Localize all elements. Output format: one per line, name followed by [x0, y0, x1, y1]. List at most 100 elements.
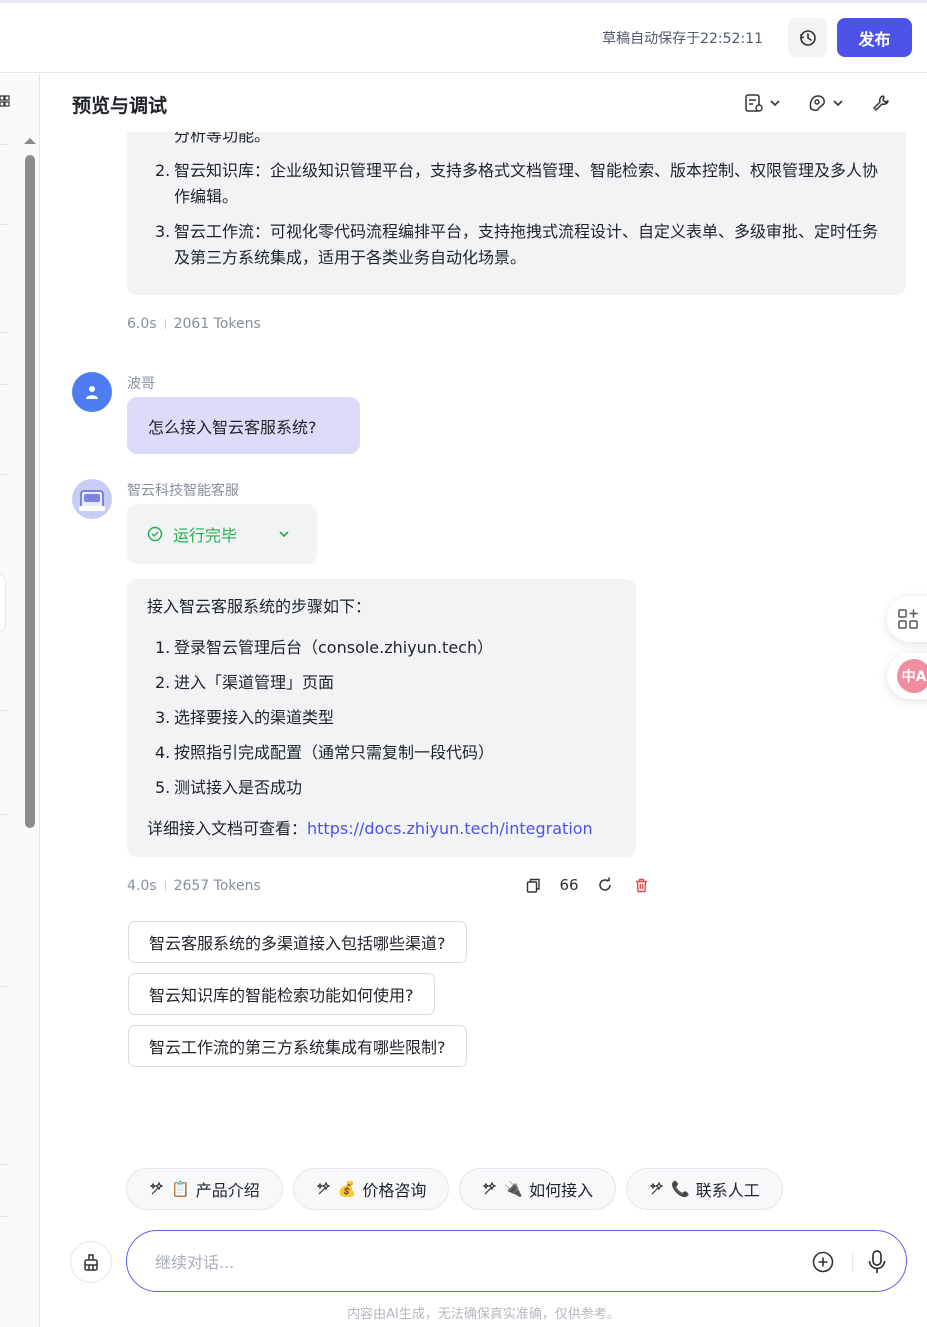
shortcut-price-inquiry[interactable]: 💰 价格咨询: [292, 1168, 450, 1210]
list-item: 4. 按照指引完成配置（通常只需复制一段代码）: [155, 743, 495, 762]
quote-button[interactable]: 66: [559, 876, 579, 894]
publish-button[interactable]: 发布: [837, 18, 912, 57]
quote-icon: 66: [559, 876, 579, 894]
answer-intro: 接入智云客服系统的步骤如下：: [147, 597, 372, 616]
ai-disclaimer: 内容由AI生成，无法确保真实准确，仅供参考。: [347, 1307, 620, 1322]
refresh-icon: [599, 877, 611, 891]
previous-answer-bubble: 分析等功能。 2. 智云知识库：企业级知识管理平台，支持多格式文档管理、智能检索、…: [127, 132, 906, 295]
shortcut-contact-human[interactable]: 📞 联系人工: [626, 1168, 783, 1210]
collapsed-card[interactable]: [0, 574, 6, 632]
list-item: 5. 测试接入是否成功: [155, 778, 303, 797]
trash-icon: [635, 878, 647, 892]
clear-context-button[interactable]: [70, 1241, 112, 1283]
chevron-down-icon: [770, 100, 780, 107]
message-actions: 66: [525, 876, 649, 894]
microphone-icon[interactable]: [865, 1249, 889, 1275]
chat-input-box: [126, 1230, 907, 1292]
list-item: 2. 智云知识库：企业级知识管理平台，支持多格式文档管理、智能检索、版本控制、权限…: [155, 161, 879, 206]
scrollbar-thumb[interactable]: [25, 155, 35, 828]
copy-button[interactable]: [525, 877, 541, 893]
divider: [0, 1164, 8, 1165]
tools-button[interactable]: [871, 90, 891, 116]
run-status-label: 运行完毕: [173, 526, 238, 545]
divider: [0, 384, 8, 385]
check-circle-icon: [147, 526, 163, 542]
sparkle-icon: [149, 1181, 164, 1195]
token-count: 2657 Tokens: [173, 878, 261, 894]
autosave-status: 草稿自动保存于22:52:11: [602, 31, 763, 47]
shortcut-product-intro[interactable]: 📋 产品介绍: [126, 1168, 283, 1210]
chevron-down-icon: [833, 100, 843, 107]
divider: [0, 144, 8, 145]
translate-icon: 中A: [897, 659, 927, 693]
list-item: 2. 进入「渠道管理」页面: [155, 673, 335, 692]
apps-add-icon: [898, 609, 918, 629]
divider: [0, 986, 8, 987]
regenerate-button[interactable]: [597, 877, 613, 893]
doc-reference: 详细接入文档可查看：https://docs.zhiyun.tech/integ…: [147, 816, 627, 842]
doc-prefix: 详细接入文档可查看：: [147, 819, 308, 838]
suggested-question[interactable]: 智云知识库的智能检索功能如何使用?: [128, 973, 435, 1015]
bot-robot-icon: [79, 490, 105, 511]
shortcut-label: 联系人工: [695, 1181, 760, 1200]
shortcut-label: 产品介绍: [195, 1181, 260, 1200]
divider: [0, 224, 8, 225]
message-list[interactable]: 分析等功能。 2. 智云知识库：企业级知识管理平台，支持多格式文档管理、智能检索、…: [41, 132, 927, 1152]
divider: [0, 332, 8, 333]
delete-button[interactable]: [633, 877, 649, 893]
divider: [0, 1216, 8, 1217]
run-status-toggle[interactable]: 运行完毕: [127, 504, 317, 564]
user-icon: [86, 386, 98, 399]
bot-answer-meta: 4.0s 2657 Tokens: [127, 878, 261, 894]
sparkle-icon: [483, 1181, 497, 1195]
user-name: 波哥: [127, 376, 155, 392]
token-count: 2061 Tokens: [173, 316, 261, 332]
bot-answer-bubble: 接入智云客服系统的步骤如下： 1. 登录智云管理后台（console.zhiyun…: [127, 579, 636, 857]
top-bar: 草稿自动保存于22:52:11 发布: [0, 3, 927, 73]
broom-icon: [84, 1254, 98, 1271]
divider: [0, 710, 8, 711]
user-avatar: [72, 372, 112, 412]
suggested-question[interactable]: 智云客服系统的多渠道接入包括哪些渠道?: [128, 921, 467, 963]
add-attachment-icon[interactable]: [811, 1250, 835, 1274]
panel-title: 预览与调试: [72, 95, 168, 117]
chat-settings-dropdown[interactable]: [744, 90, 782, 116]
previous-answer-meta: 6.0s 2061 Tokens: [127, 316, 261, 332]
copy-icon: [526, 878, 540, 893]
history-button[interactable]: [788, 18, 827, 57]
shortcut-label: 价格咨询: [362, 1181, 427, 1200]
sparkle-icon: [316, 1181, 331, 1195]
list-item: 分析等功能。: [174, 132, 271, 145]
clipboard-emoji-icon: 📋: [171, 1180, 190, 1198]
phone-emoji-icon: 📞: [671, 1180, 690, 1198]
bot-answer-content: 接入智云客服系统的步骤如下： 1. 登录智云管理后台（console.zhiyun…: [147, 594, 627, 842]
grid-icon[interactable]: [0, 94, 10, 108]
shortcut-label: 如何接入: [529, 1181, 594, 1200]
shortcut-bar: 📋 产品介绍 💰 价格咨询 🔌 如何接入 📞 联系人工: [126, 1168, 783, 1210]
shortcut-how-to-integrate[interactable]: 🔌 如何接入: [459, 1168, 617, 1210]
previous-answer-list: 分析等功能。 2. 智云知识库：企业级知识管理平台，支持多格式文档管理、智能检索、…: [155, 132, 879, 271]
history-icon: [799, 29, 816, 46]
list-item: 1. 登录智云管理后台（console.zhiyun.tech）: [155, 638, 494, 657]
divider: [0, 814, 8, 815]
debug-icon: [809, 95, 825, 112]
suggested-question[interactable]: 智云工作流的第三方系统集成有哪些限制?: [128, 1025, 467, 1067]
chat-settings-icon: [745, 94, 763, 112]
divider: [0, 474, 8, 475]
money-bag-emoji-icon: 💰: [337, 1180, 357, 1198]
plug-emoji-icon: 🔌: [504, 1180, 524, 1198]
chat-input[interactable]: [155, 1249, 795, 1275]
sparkle-icon: [649, 1181, 664, 1195]
float-apps-button[interactable]: [887, 596, 927, 642]
float-translate-button[interactable]: 中A: [887, 653, 927, 699]
debug-dropdown[interactable]: [807, 90, 845, 116]
bot-name: 智云科技智能客服: [127, 483, 239, 499]
wrench-icon: [873, 95, 889, 111]
response-time: 4.0s: [127, 878, 157, 894]
user-message: 怎么接入智云客服系统?: [127, 397, 360, 454]
doc-link[interactable]: https://docs.zhiyun.tech/integration: [307, 819, 593, 838]
scroll-up-arrow[interactable]: [24, 138, 36, 144]
input-divider: [852, 1252, 853, 1272]
bot-avatar: [72, 479, 112, 519]
list-item: 3. 智云工作流：可视化零代码流程编排平台，支持拖拽式流程设计、自定义表单、多级审…: [155, 222, 879, 267]
